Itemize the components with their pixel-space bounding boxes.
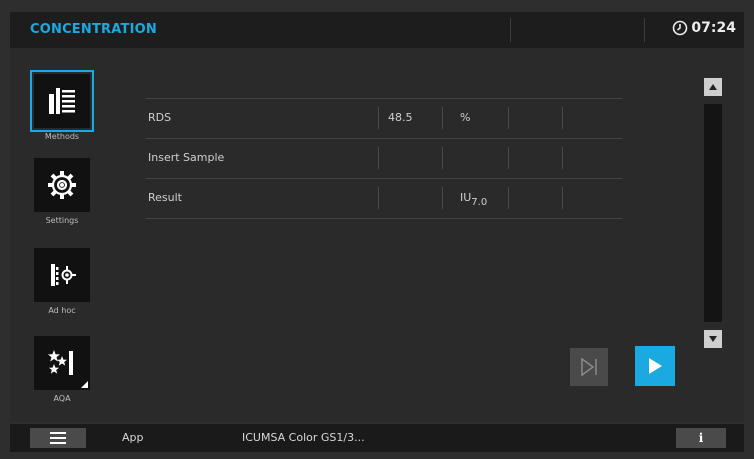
column-separator <box>378 147 379 169</box>
method-name: ICUMSA Color GS1/3... <box>242 431 365 444</box>
sidebar-item-methods[interactable]: Methods <box>30 70 96 141</box>
column-separator <box>378 107 379 129</box>
sidebar-item-label: Methods <box>44 132 80 141</box>
hamburger-icon <box>50 432 66 444</box>
unit-subscript: 7.0 <box>471 197 488 208</box>
column-separator <box>508 187 509 209</box>
info-button[interactable]: i <box>676 428 726 448</box>
clock-separator <box>644 18 645 42</box>
start-button[interactable] <box>635 346 675 386</box>
corner-indicator <box>81 381 88 388</box>
aqa-button[interactable] <box>34 336 90 390</box>
unit-main: IU <box>460 191 472 204</box>
skip-next-icon <box>581 357 597 377</box>
scroll-down-button[interactable] <box>704 330 722 348</box>
title-bar: CONCENTRATION 07:24 <box>10 12 744 48</box>
column-separator <box>442 107 443 129</box>
triangle-down-icon <box>709 336 717 342</box>
row-value: 48.5 <box>388 111 413 124</box>
app-label: App <box>122 431 144 444</box>
aqa-icon <box>48 350 73 375</box>
column-separator <box>508 147 509 169</box>
row-unit: IU7.0 <box>460 191 487 208</box>
methods-icon <box>49 88 75 114</box>
column-separator <box>562 187 563 209</box>
row-name: RDS <box>148 111 172 124</box>
gear-icon <box>48 171 76 199</box>
settings-button[interactable] <box>34 158 90 212</box>
main-panel: Methods Settings Ad hoc AQA RDS 48.5 % I… <box>10 48 744 422</box>
column-separator <box>442 147 443 169</box>
sidebar-item-label: Settings <box>45 216 79 225</box>
sidebar-item-aqa[interactable]: AQA <box>30 336 96 403</box>
title-separator <box>510 18 511 42</box>
table-row: RDS 48.5 % <box>146 99 622 139</box>
ad-hoc-icon <box>51 264 76 286</box>
row-unit: % <box>460 111 471 124</box>
scroll-up-button[interactable] <box>704 78 722 96</box>
column-separator <box>442 187 443 209</box>
triangle-up-icon <box>709 84 717 90</box>
clock-icon <box>673 20 688 36</box>
sidebar-item-ad-hoc[interactable]: Ad hoc <box>30 248 96 315</box>
sidebar-item-label: Ad hoc <box>48 306 76 315</box>
app-title: CONCENTRATION <box>30 22 157 37</box>
column-separator <box>562 147 563 169</box>
menu-button[interactable] <box>30 428 86 448</box>
sidebar-item-settings[interactable]: Settings <box>30 158 96 225</box>
skip-button[interactable] <box>570 348 608 386</box>
table-row: Insert Sample <box>146 139 622 179</box>
play-icon <box>649 358 662 374</box>
measurement-table: RDS 48.5 % Insert Sample Result IU7.0 <box>146 98 622 219</box>
column-separator <box>508 107 509 129</box>
column-separator <box>562 107 563 129</box>
methods-button[interactable] <box>30 70 94 132</box>
status-bar: App ICUMSA Color GS1/3... i <box>10 424 744 452</box>
row-name: Result <box>148 191 182 204</box>
clock-time: 07:24 <box>691 20 736 36</box>
column-separator <box>378 187 379 209</box>
scrollbar-track[interactable] <box>704 104 722 322</box>
table-row: Result IU7.0 <box>146 179 622 219</box>
row-name: Insert Sample <box>148 151 225 164</box>
clock: 07:24 <box>672 20 736 36</box>
ad-hoc-button[interactable] <box>34 248 90 302</box>
sidebar-item-label: AQA <box>53 394 71 403</box>
